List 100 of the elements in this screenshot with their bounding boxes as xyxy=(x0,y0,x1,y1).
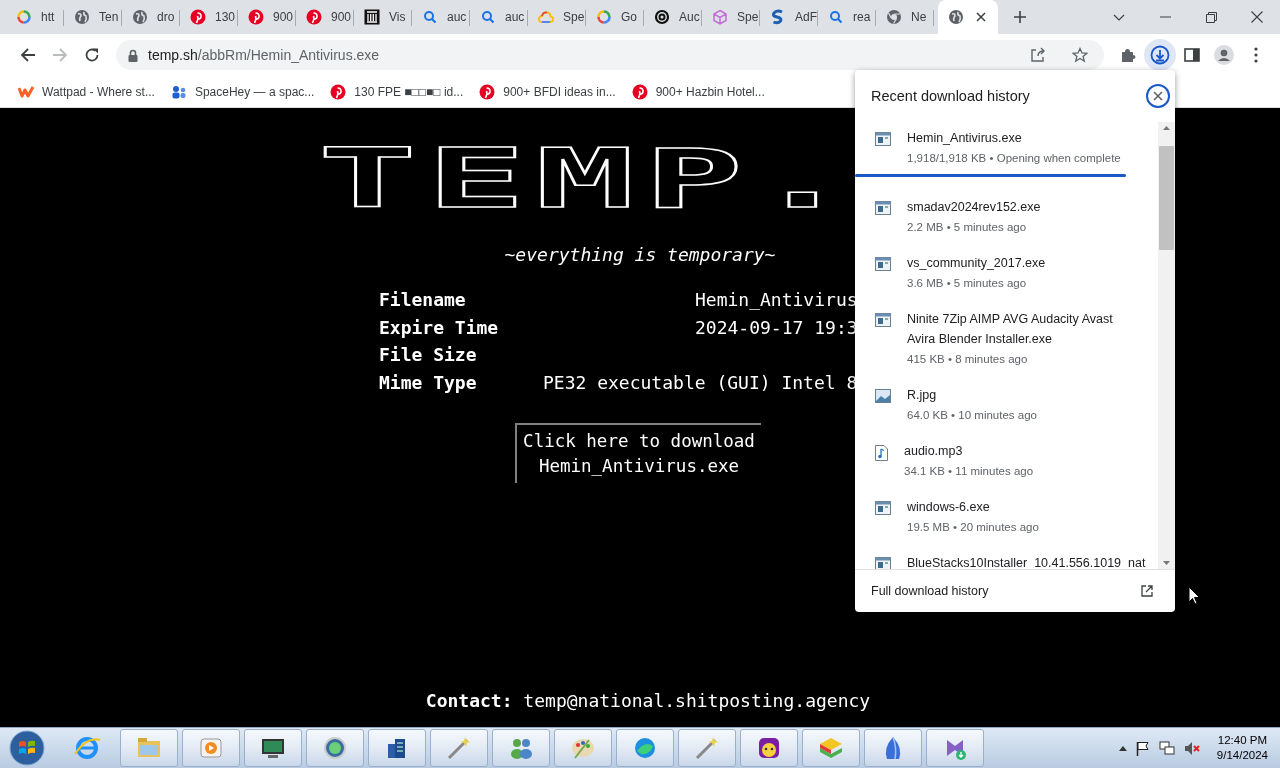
taskbar-button[interactable] xyxy=(244,729,302,767)
globe-icon xyxy=(321,734,349,762)
file-name: vs_community_2017.exe xyxy=(907,255,1046,272)
scroll-down-icon[interactable] xyxy=(1163,561,1170,565)
program-file-icon xyxy=(875,257,891,271)
search-icon xyxy=(422,9,438,25)
browser-tab[interactable]: 900 xyxy=(238,0,296,34)
swirl-icon xyxy=(654,9,670,25)
panel-title: Recent download history xyxy=(871,88,1030,104)
scroll-up-icon[interactable] xyxy=(1163,126,1170,130)
browser-icon xyxy=(73,734,101,762)
program-file-icon xyxy=(875,501,891,515)
menu-icon[interactable] xyxy=(1254,47,1258,63)
bookmark[interactable]: 900+ Hazbin Hotel... xyxy=(627,78,769,105)
full-history-link[interactable]: Full download history xyxy=(871,584,989,598)
close-icon[interactable] xyxy=(1251,11,1263,23)
browser-tab[interactable]: Ne xyxy=(876,0,934,34)
file-name: R.jpg xyxy=(907,387,938,404)
browser-tab[interactable]: htt xyxy=(6,0,64,34)
mouse-pointer-icon xyxy=(1188,586,1201,605)
clock-time: 12:40 PM xyxy=(1217,733,1268,748)
chevron-down-icon[interactable] xyxy=(1113,13,1125,21)
browser-tab[interactable]: Ten xyxy=(64,0,122,34)
globe-icon xyxy=(948,9,964,25)
download-status: 3.6 MB • 5 minutes ago xyxy=(907,277,1028,289)
cloud-icon xyxy=(538,9,554,25)
download-item[interactable]: vs_community_2017.exe 3.6 MB • 5 minutes ago xyxy=(875,251,1142,307)
flag-icon[interactable] xyxy=(1135,740,1150,756)
pin-logo-icon xyxy=(631,83,648,100)
file-name: Ninite 7Zip AIMP AVG Audacity Avast Avira Blender Installer.exe xyxy=(907,311,1114,348)
file-name: smadav2024rev152.exe xyxy=(907,199,1041,216)
download-item[interactable]: windows-6.exe 19.5 MB • 20 minutes ago xyxy=(875,495,1142,551)
download-status: 64.0 KB • 10 minutes ago xyxy=(907,409,1037,421)
download-status: 1,918/1,918 KB • Opening when complete xyxy=(907,152,1121,164)
back-arrow-icon[interactable] xyxy=(20,47,36,63)
browser-tab[interactable]: Auc xyxy=(644,0,702,34)
pin-logo-icon xyxy=(479,83,496,100)
browser-tab[interactable]: dro xyxy=(122,0,180,34)
download-item[interactable]: audio.mp3 34.1 KB • 11 minutes ago xyxy=(875,439,1142,495)
download-item[interactable]: Hemin_Antivirus.exe 1,918/1,918 KB • Opening when complete xyxy=(875,126,1142,172)
download-item[interactable]: smadav2024rev152.exe 2.2 MB • 5 minutes ago xyxy=(875,195,1142,251)
search-icon xyxy=(480,9,496,25)
bookmark[interactable]: 900+ BFDI ideas in... xyxy=(475,78,620,105)
browser-tab[interactable] xyxy=(938,0,998,34)
network-icon[interactable] xyxy=(1158,740,1175,756)
close-icon xyxy=(1153,91,1163,101)
download-item[interactable]: Ninite 7Zip AIMP AVG Audacity Avast Avira Blender Installer.exe 415 KB • 8 minutes ago xyxy=(875,307,1142,383)
up-arrow-icon[interactable] xyxy=(1118,745,1127,751)
restore-icon[interactable] xyxy=(1205,11,1217,23)
browser-tab[interactable]: AdF xyxy=(760,0,818,34)
muted-speaker-icon[interactable] xyxy=(1183,740,1200,756)
program-file-icon xyxy=(875,201,891,215)
field-label: Filename xyxy=(379,289,467,311)
profile-avatar-icon[interactable] xyxy=(1214,45,1234,65)
browser-tab[interactable]: Spe xyxy=(702,0,760,34)
browser-tab[interactable]: Go xyxy=(586,0,644,34)
side-panel-icon[interactable] xyxy=(1184,47,1200,63)
external-link-icon[interactable] xyxy=(1141,585,1153,597)
puzzle-icon[interactable] xyxy=(1120,47,1136,63)
browser-tab[interactable]: rea xyxy=(818,0,876,34)
tagline: ~everything is temporary~ xyxy=(504,244,776,265)
file-name: Hemin_Antivirus.exe xyxy=(907,130,1023,147)
address-bar[interactable]: temp.sh/abbRm/Hemin_Antivirus.exe xyxy=(116,40,1104,70)
browser-tab[interactable]: Spe xyxy=(528,0,586,34)
download-status: 2.2 MB • 5 minutes ago xyxy=(907,221,1028,233)
browser-tab[interactable]: auc xyxy=(470,0,528,34)
scrollbar-thumb[interactable] xyxy=(1159,146,1174,250)
download-icon xyxy=(1150,45,1170,65)
lock-icon xyxy=(128,48,138,62)
browser-tab[interactable]: Vis xyxy=(354,0,412,34)
field-value: Hemin_Antivirus xyxy=(694,289,855,311)
browser-tab[interactable]: 900 xyxy=(296,0,354,34)
circle-logo-icon xyxy=(886,9,902,25)
clock-date: 9/14/2024 xyxy=(1216,748,1268,763)
globe-icon xyxy=(132,9,148,25)
start-button[interactable] xyxy=(6,728,48,768)
taskbar-button[interactable] xyxy=(368,729,426,767)
search-icon xyxy=(828,9,844,25)
new-tab-icon[interactable] xyxy=(1013,10,1027,24)
bookmark[interactable]: 130 FPE ■□□■□ id... xyxy=(326,78,468,105)
url-text: temp.sh/abbRm/Hemin_Antivirus.exe xyxy=(148,47,380,63)
pin-logo-icon xyxy=(330,83,347,100)
reload-icon[interactable] xyxy=(84,47,100,63)
browser-tab[interactable]: auc xyxy=(412,0,470,34)
star-icon[interactable] xyxy=(1072,47,1088,63)
download-item[interactable]: R.jpg 64.0 KB • 10 minutes ago xyxy=(875,383,1142,439)
browser-tab[interactable]: 130 xyxy=(180,0,238,34)
taskbar-button[interactable] xyxy=(306,729,364,767)
pin-logo-icon xyxy=(248,9,264,25)
close-button[interactable] xyxy=(1146,84,1170,108)
cube-icon xyxy=(712,9,728,25)
scrollbar[interactable] xyxy=(1158,122,1175,569)
close-icon[interactable] xyxy=(976,12,986,22)
field-label: Expire Time xyxy=(379,316,500,338)
taskbar-button[interactable] xyxy=(740,729,798,767)
bookmark[interactable]: SpaceHey — a spac... xyxy=(166,78,319,105)
bookmark[interactable]: Wattpad - Where st... xyxy=(14,78,159,105)
download-link[interactable]: Click here to download Hemin_Antivirus.exe xyxy=(515,423,761,483)
share-icon[interactable] xyxy=(1030,47,1046,63)
download-button[interactable] xyxy=(1144,39,1176,71)
